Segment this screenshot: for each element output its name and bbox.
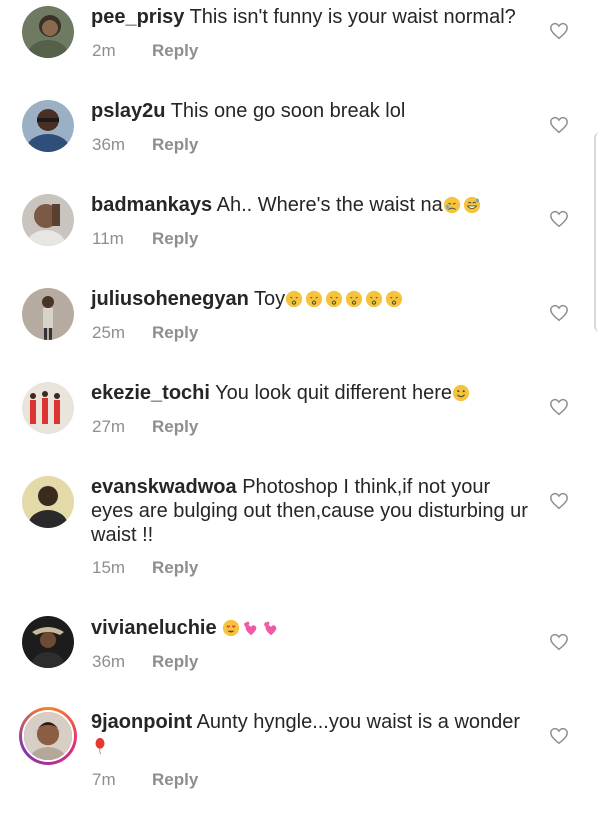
story-avatar[interactable] [19, 707, 77, 765]
kissing-face-icon [345, 290, 363, 308]
comment-text: ekezie_tochi You look quit different her… [91, 381, 531, 405]
comment-username[interactable]: 9jaonpoint [91, 711, 192, 733]
avatar[interactable] [22, 616, 74, 668]
like-heart-icon[interactable] [549, 492, 569, 510]
revolving-hearts-icon [242, 619, 260, 637]
comment-text: juliusohenegyan Toy [91, 287, 531, 311]
kissing-face-icon [285, 290, 303, 308]
like-heart-icon[interactable] [549, 398, 569, 416]
kissing-face-icon [325, 290, 343, 308]
avatar[interactable] [22, 100, 74, 152]
comment-text: evanskwadwoa Photoshop I think,if not yo… [91, 475, 531, 547]
avatar[interactable] [22, 382, 74, 434]
reply-button[interactable]: Reply [152, 323, 198, 342]
comment-username[interactable]: ekezie_tochi [91, 382, 210, 404]
comment-meta: 2m Reply [92, 41, 198, 61]
comment-username[interactable]: evanskwadwoa [91, 476, 237, 498]
comment-time: 7m [92, 770, 116, 789]
comment-time: 25m [92, 323, 126, 342]
comment-body: Toy [254, 288, 286, 310]
comment-username[interactable]: badmankays [91, 194, 212, 216]
comment-meta: 7m Reply [92, 770, 198, 790]
comment-meta: 27m Reply [92, 417, 198, 437]
comment-username[interactable]: pslay2u [91, 100, 165, 122]
balloon-icon [91, 737, 109, 755]
heart-eyes-face-icon [222, 619, 240, 637]
like-heart-icon[interactable] [549, 727, 569, 745]
comment-username[interactable]: vivianeluchie [91, 617, 217, 639]
avatar[interactable] [22, 194, 74, 246]
grinning-sweat-face-icon [463, 196, 481, 214]
comment-time: 36m [92, 652, 126, 671]
comment-username[interactable]: pee_prisy [91, 6, 184, 28]
comment-text: 9jaonpoint Aunty hyngle...you waist is a… [91, 710, 531, 758]
like-heart-icon[interactable] [549, 304, 569, 322]
reply-button[interactable]: Reply [152, 41, 198, 60]
reply-button[interactable]: Reply [152, 770, 198, 789]
comment-body: Ah.. Where's the waist na [216, 194, 443, 216]
reply-button[interactable]: Reply [152, 652, 198, 671]
kissing-face-icon [385, 290, 403, 308]
reply-button[interactable]: Reply [152, 135, 198, 154]
revolving-hearts-icon [262, 619, 280, 637]
comment-meta: 36m Reply [92, 652, 198, 672]
comment-body: This one go soon break lol [170, 100, 406, 122]
comment-time: 15m [92, 558, 126, 577]
comment-meta: 11m Reply [92, 229, 198, 249]
comment-time: 36m [92, 135, 126, 154]
reply-button[interactable]: Reply [152, 558, 198, 577]
smiling-face-icon [452, 384, 470, 402]
avatar [22, 710, 74, 762]
comment-text: pee_prisy This isn't funny is your waist… [91, 5, 531, 29]
comment-meta: 25m Reply [92, 323, 198, 343]
like-heart-icon[interactable] [549, 116, 569, 134]
like-heart-icon[interactable] [549, 210, 569, 228]
comment-text: pslay2u This one go soon break lol [91, 99, 531, 123]
avatar[interactable] [22, 476, 74, 528]
comment-text: badmankays Ah.. Where's the waist na [91, 193, 531, 217]
crying-face-icon [443, 196, 461, 214]
comment-body: You look quit different here [215, 382, 453, 404]
like-heart-icon[interactable] [549, 633, 569, 651]
kissing-face-icon [365, 290, 383, 308]
avatar[interactable] [22, 288, 74, 340]
avatar[interactable] [22, 6, 74, 58]
reply-button[interactable]: Reply [152, 229, 198, 248]
comment-meta: 36m Reply [92, 135, 198, 155]
scrollbar[interactable] [594, 132, 600, 332]
reply-button[interactable]: Reply [152, 417, 198, 436]
comment-body: This isn't funny is your waist normal? [189, 6, 516, 28]
comment-time: 2m [92, 41, 116, 60]
comment-meta: 15m Reply [92, 558, 198, 578]
like-heart-icon[interactable] [549, 22, 569, 40]
comment-username[interactable]: juliusohenegyan [91, 288, 249, 310]
comment-time: 27m [92, 417, 126, 436]
kissing-face-icon [305, 290, 323, 308]
comment-text: vivianeluchie [91, 616, 531, 640]
comment-time: 11m [92, 229, 124, 248]
comment-body: Aunty hyngle...you waist is a wonder [196, 711, 521, 733]
comments-list: pee_prisy This isn't funny is your waist… [0, 0, 600, 816]
